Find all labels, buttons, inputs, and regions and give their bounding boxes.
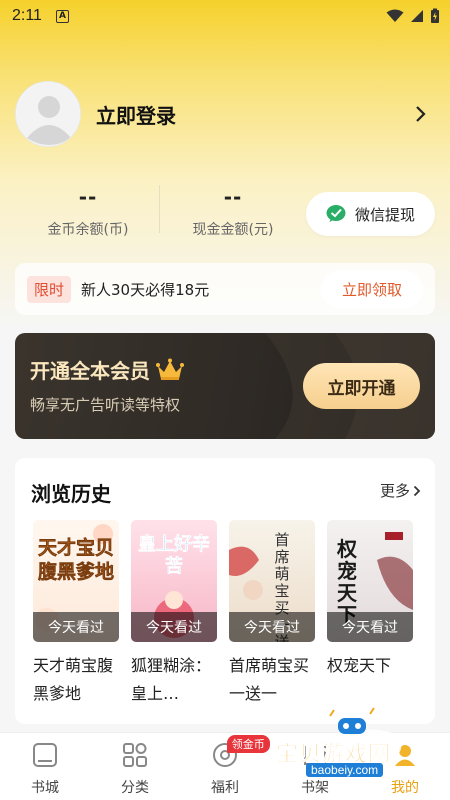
status-icons: [386, 8, 440, 24]
chevron-right-icon[interactable]: [415, 105, 427, 123]
browse-history-card: 浏览历史 更多 天才宝贝腹黑爹地 今天看过 天才萌宝腹黑爹地 皇上好辛苦 今天看…: [15, 458, 435, 724]
welfare-badge: 领金币: [226, 735, 270, 753]
book-cover[interactable]: 首席萌宝买一送 今天看过: [229, 520, 315, 642]
nav-label: 福利: [211, 780, 239, 796]
history-book[interactable]: 天才宝贝腹黑爹地 今天看过 天才萌宝腹黑爹地: [33, 520, 119, 708]
vip-title-text: 开通全本会员: [30, 359, 150, 383]
book-title: 狐狸糊涂：皇上…: [131, 656, 212, 703]
history-book[interactable]: 皇上好辛苦 今天看过 狐狸糊涂：皇上…: [131, 520, 217, 708]
history-more-link[interactable]: 更多: [380, 480, 421, 501]
vip-title: 开通全本会员: [30, 355, 184, 384]
nav-label: 分类: [121, 780, 149, 796]
nav-welfare[interactable]: 领金币 福利: [180, 733, 270, 800]
wechat-withdraw-button[interactable]: 微信提现: [306, 192, 435, 236]
signal-icon: [411, 10, 423, 22]
gold-balance-label: 金币余额(币): [47, 222, 129, 238]
wechat-icon: [326, 205, 346, 222]
default-avatar-icon: [16, 82, 80, 146]
nav-category[interactable]: 分类: [90, 733, 180, 800]
category-grid-icon: [123, 743, 147, 767]
promo-text: 新人30天必得18元: [81, 280, 210, 299]
history-title: 浏览历史: [31, 482, 111, 506]
book-cover[interactable]: 天才宝贝腹黑爹地 今天看过: [33, 520, 119, 642]
status-time: 2:11: [12, 7, 42, 24]
read-today-badge: 今天看过: [33, 612, 119, 642]
history-book[interactable]: 权宠天下 今天看过 权宠天下: [327, 520, 413, 708]
bookstore-icon: [33, 743, 57, 767]
status-bar: 2:11 A: [0, 0, 450, 32]
read-today-badge: 今天看过: [131, 612, 217, 642]
gold-balance-value: --: [78, 185, 98, 209]
nav-label: 书城: [31, 780, 59, 796]
book-cover[interactable]: 皇上好辛苦 今天看过: [131, 520, 217, 642]
cash-balance-label: 现金金额(元): [192, 222, 274, 238]
claim-button[interactable]: 立即领取: [321, 270, 423, 308]
cash-balance[interactable]: -- 现金金额(元): [163, 185, 303, 239]
book-title: 权宠天下: [327, 656, 392, 675]
wechat-withdraw-label: 微信提现: [354, 205, 415, 224]
book-title: 天才萌宝腹黑爹地: [33, 656, 114, 703]
cover-title-art: 天才宝贝腹黑爹地: [37, 537, 115, 584]
wifi-icon: [386, 9, 404, 22]
balance-section: -- 金币余额(币) -- 现金金额(元) 微信提现: [15, 185, 435, 245]
battery-icon: [431, 8, 439, 23]
newcomer-promo: 限时 新人30天必得18元 立即领取: [15, 263, 435, 315]
chevron-right-icon: [413, 485, 421, 496]
limited-time-badge: 限时: [27, 275, 72, 303]
cover-title-art: 皇上好辛苦: [138, 534, 211, 578]
gold-balance[interactable]: -- 金币余额(币): [18, 185, 158, 239]
cash-balance-value: --: [223, 185, 243, 209]
balance-divider: [159, 185, 160, 233]
watermark-url: baobeiy.com: [306, 763, 384, 777]
vip-open-button[interactable]: 立即开通: [303, 363, 420, 409]
crown-icon: [156, 358, 184, 380]
read-today-badge: 今天看过: [229, 612, 315, 642]
history-more-label: 更多: [379, 482, 410, 500]
book-title: 首席萌宝买一送一: [229, 656, 310, 703]
nav-bookstore[interactable]: 书城: [0, 733, 90, 800]
avatar[interactable]: [15, 81, 81, 147]
vip-banner[interactable]: 开通全本会员 畅享无广告听读等特权 立即开通: [15, 333, 435, 439]
login-link[interactable]: 立即登录: [96, 100, 176, 129]
profile-row[interactable]: 立即登录: [15, 80, 435, 148]
notification-icon: A: [55, 9, 69, 23]
read-today-badge: 今天看过: [327, 612, 413, 642]
history-book[interactable]: 首席萌宝买一送 今天看过 首席萌宝买一送一: [229, 520, 315, 708]
book-cover[interactable]: 权宠天下 今天看过: [327, 520, 413, 642]
vip-subtitle: 畅享无广告听读等特权: [30, 396, 181, 414]
